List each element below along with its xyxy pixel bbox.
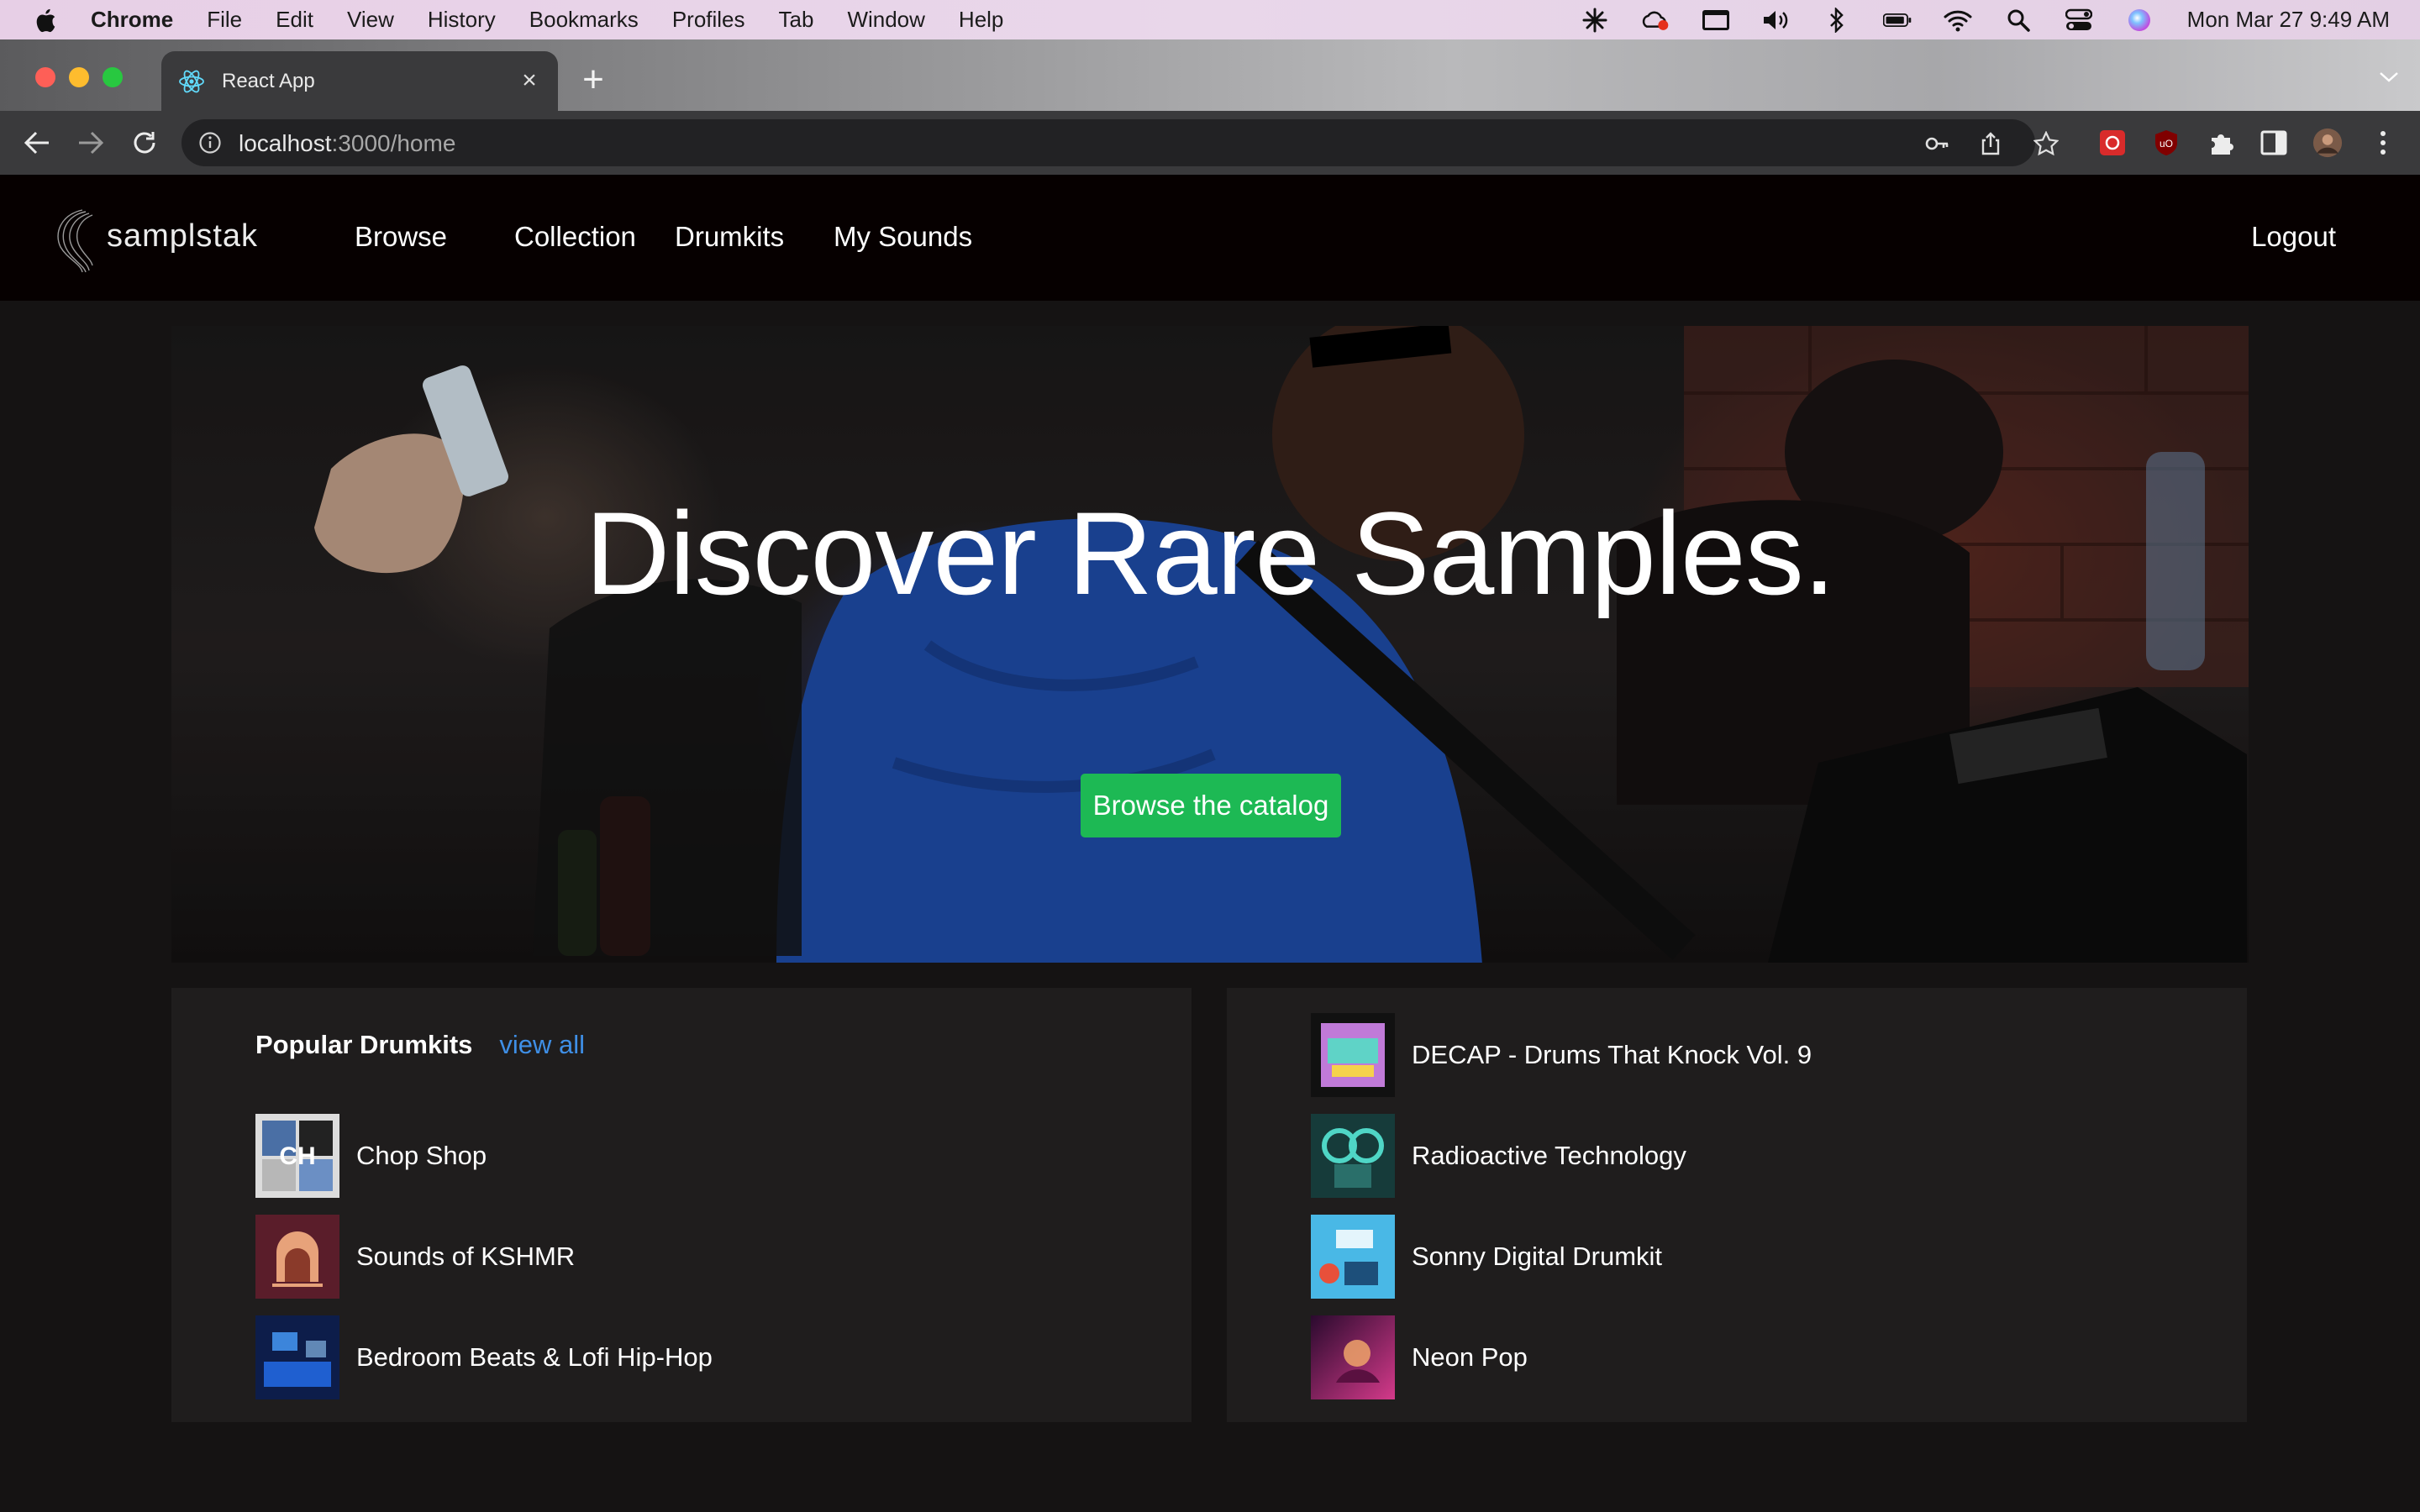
bookmark-star-icon[interactable] <box>2033 131 2059 156</box>
drumkit-name: Neon Pop <box>1412 1342 1528 1372</box>
browser-toolbar: localhost:3000/home uO <box>0 111 2420 175</box>
share-icon[interactable] <box>1978 131 2003 156</box>
panel-title: Popular Drumkits <box>255 1030 473 1059</box>
menu-chrome[interactable]: Chrome <box>91 7 173 33</box>
window-zoom-button[interactable] <box>103 67 123 87</box>
view-all-link[interactable]: view all <box>499 1030 585 1060</box>
tab-react-app[interactable]: React App × <box>161 51 558 111</box>
tab-search-chevron-icon[interactable] <box>2376 66 2402 87</box>
menubar-status-area: Mon Mar 27 9:49 AM <box>1549 0 2390 39</box>
menubar-clock[interactable]: Mon Mar 27 9:49 AM <box>2187 7 2390 33</box>
drumkit-item[interactable]: Sonny Digital Drumkit <box>1311 1215 2151 1299</box>
drumkit-item[interactable]: DECAP - Drums That Knock Vol. 9 <box>1311 1013 2151 1097</box>
side-panel-icon[interactable] <box>2259 128 2289 158</box>
profile-avatar[interactable] <box>2312 128 2343 158</box>
brand-name[interactable]: samplstak <box>107 218 258 255</box>
site-navbar: samplstak Browse Collection Drumkits My … <box>0 175 2420 301</box>
screen-icon[interactable] <box>1702 8 1730 33</box>
reload-icon[interactable] <box>128 126 161 160</box>
menu-help[interactable]: Help <box>959 7 1003 33</box>
menu-view[interactable]: View <box>347 7 394 33</box>
creative-cloud-icon[interactable] <box>1641 8 1670 33</box>
battery-icon[interactable] <box>1882 8 1912 33</box>
nav-collection[interactable]: Collection <box>514 221 636 253</box>
volume-icon[interactable] <box>1762 8 1791 33</box>
key-icon[interactable] <box>1924 131 1949 156</box>
menu-window[interactable]: Window <box>847 7 924 33</box>
address-bar[interactable]: localhost:3000/home <box>182 119 2035 166</box>
spotlight-icon[interactable] <box>2004 8 2033 33</box>
drumkit-name: Sonny Digital Drumkit <box>1412 1242 1663 1271</box>
hero-title: Discover Rare Samples. <box>585 487 1835 619</box>
ublock-origin-icon[interactable]: uO <box>2151 128 2181 158</box>
macos-menubar: Chrome File Edit View History Bookmarks … <box>0 0 2420 39</box>
drumkit-name: Chop Shop <box>356 1141 487 1170</box>
drumkit-item[interactable]: Neon Pop <box>1311 1315 2151 1399</box>
svg-text:uO: uO <box>2160 138 2173 150</box>
popular-drumkits-panel: Popular Drumkits view all CH Chop Shop S… <box>171 988 1192 1422</box>
wifi-icon[interactable] <box>1944 8 1972 33</box>
url-path: :3000/home <box>331 130 456 156</box>
svg-text:CH: CH <box>279 1142 315 1170</box>
nav-drumkits[interactable]: Drumkits <box>675 221 784 253</box>
siri-icon[interactable] <box>2125 8 2154 33</box>
chrome-menu-icon[interactable] <box>2368 128 2398 158</box>
browser-tabstrip: React App × + <box>0 39 2420 111</box>
drumkit-name: Sounds of KSHMR <box>356 1242 576 1271</box>
more-drumkits-panel: DECAP - Drums That Knock Vol. 9 Radioact… <box>1227 988 2247 1422</box>
drumkit-cover-neon-pop <box>1311 1315 1395 1399</box>
snowflake-icon[interactable] <box>1581 8 1609 33</box>
nav-browse[interactable]: Browse <box>355 221 447 253</box>
web-page: samplstak Browse Collection Drumkits My … <box>0 175 2420 1512</box>
menu-file[interactable]: File <box>207 7 242 33</box>
menu-edit[interactable]: Edit <box>276 7 313 33</box>
hero-banner: Discover Rare Samples. Browse the catalo… <box>171 326 2249 963</box>
drumkit-cover-radioactive <box>1311 1114 1395 1198</box>
url-text[interactable]: localhost:3000/home <box>239 130 455 157</box>
window-minimize-button[interactable] <box>69 67 89 87</box>
window-close-button[interactable] <box>35 67 55 87</box>
back-arrow-icon[interactable] <box>20 126 54 160</box>
drumkit-name: Radioactive Technology <box>1412 1141 1686 1170</box>
extensions-puzzle-icon[interactable] <box>2207 128 2237 158</box>
drumkit-item[interactable]: Sounds of KSHMR <box>255 1215 1096 1299</box>
drumkit-cover-sonny-digital <box>1311 1215 1395 1299</box>
panel-header: Popular Drumkits view all <box>255 1030 585 1060</box>
control-center-icon[interactable] <box>2065 8 2093 33</box>
forward-arrow-icon[interactable] <box>74 126 108 160</box>
menu-tab[interactable]: Tab <box>779 7 814 33</box>
logout-link[interactable]: Logout <box>2251 221 2336 253</box>
drumkit-cover-chop-shop: CH <box>255 1114 339 1198</box>
react-logo-icon <box>179 70 204 92</box>
tab-close-icon[interactable]: × <box>518 68 541 93</box>
hero-background-photo <box>171 326 2249 963</box>
drumkit-name: Bedroom Beats & Lofi Hip-Hop <box>356 1342 713 1372</box>
drumkit-item[interactable]: CH Chop Shop <box>255 1114 1096 1198</box>
new-tab-icon[interactable]: + <box>576 61 610 98</box>
drumkit-item[interactable]: Radioactive Technology <box>1311 1114 2151 1198</box>
drumkit-item[interactable]: Bedroom Beats & Lofi Hip-Hop <box>255 1315 1096 1399</box>
tab-title: React App <box>222 69 315 92</box>
bluetooth-icon[interactable] <box>1823 7 1851 33</box>
browse-catalog-button[interactable]: Browse the catalog <box>1081 774 1341 837</box>
extension-red-puzzle-icon[interactable] <box>2097 128 2128 158</box>
samplstak-logo-icon[interactable] <box>52 207 104 276</box>
url-host: localhost <box>239 130 332 156</box>
menu-profiles[interactable]: Profiles <box>672 7 745 33</box>
drumkit-name: DECAP - Drums That Knock Vol. 9 <box>1412 1040 1812 1069</box>
drumkit-cover-bedroom-beats <box>255 1315 339 1399</box>
nav-my-sounds[interactable]: My Sounds <box>834 221 972 253</box>
menu-history[interactable]: History <box>428 7 496 33</box>
site-info-icon[interactable] <box>198 131 222 155</box>
drumkit-cover-decap <box>1311 1013 1395 1097</box>
menu-bookmarks[interactable]: Bookmarks <box>529 7 639 33</box>
drumkit-cover-kshmr <box>255 1215 339 1299</box>
apple-menu-icon[interactable] <box>34 8 57 33</box>
